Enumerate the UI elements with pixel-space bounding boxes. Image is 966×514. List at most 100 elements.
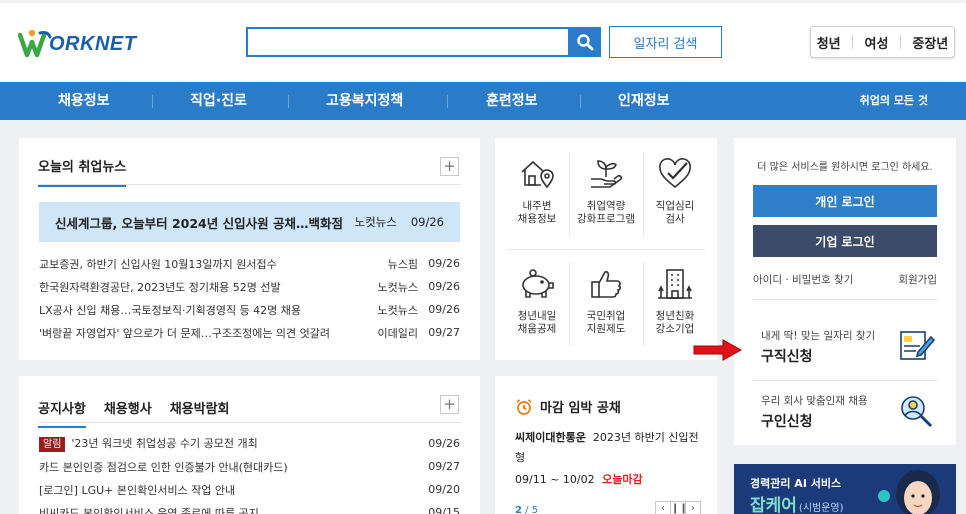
pager-pause-button[interactable]: ❙❙ xyxy=(670,501,688,514)
deadline-panel: 마감 임박 공채 씨제이대한통운 2023년 하반기 신입전형 09/11 ~ … xyxy=(495,376,717,514)
deadline-period-row: 09/11 ~ 10/02 오늘마감 xyxy=(515,471,643,487)
banner-character-illustration xyxy=(870,466,950,514)
notice-title: 비씨카드 본인확인서비스 운영 종료에 따른 공지 xyxy=(39,506,259,514)
nav-item-training[interactable]: 훈련정보 xyxy=(486,82,538,120)
login-links: 아이디 · 비밀번호 찾기 회원가입 xyxy=(753,272,937,287)
deadline-header: 마감 임박 공채 xyxy=(515,397,621,416)
banner-line2: 잡케어 (시범운영) xyxy=(750,491,844,514)
notice-row[interactable]: [로그인] LGU+ 본인확인서비스 작업 안내 09/20 xyxy=(39,478,460,501)
job-application-link[interactable]: 내게 딱! 맞는 일자리 찾기 구직신청 xyxy=(761,320,941,376)
nav-divider xyxy=(152,95,153,108)
notice-date: 09/20 xyxy=(428,483,460,496)
user-type-women[interactable]: 여성 xyxy=(865,33,889,52)
worknet-logo[interactable]: ORKNET xyxy=(18,26,136,62)
tab-job-news[interactable]: 오늘의 취업뉴스 xyxy=(38,156,127,187)
main-nav: 채용정보 직업·진로 고용복지정책 훈련정보 인재정보 취업의 모든 것 xyxy=(0,82,966,120)
divider xyxy=(852,35,854,49)
tab-job-fairs[interactable]: 채용박람회 xyxy=(170,398,230,428)
news-list: 교보증권, 하반기 신입사원 10월13일까지 원서접수 뉴스핌 09/26 한… xyxy=(39,252,460,344)
service-label: 청년친화 강소기업 xyxy=(655,310,695,335)
banner-line1: 경력관리 AI 서비스 xyxy=(750,477,842,490)
news-row[interactable]: 교보증권, 하반기 신입사원 10월13일까지 원서접수 뉴스핌 09/26 xyxy=(39,252,460,275)
service-label: 국민취업 지원제도 xyxy=(586,310,626,335)
job-search-button[interactable]: 일자리 검색 xyxy=(609,26,722,58)
nav-item-jobs[interactable]: 채용정보 xyxy=(58,82,110,120)
notice-title: 카드 본인인증 점검으로 인한 인증불가 안내(현대카드) xyxy=(39,460,288,474)
pager-prev-button[interactable]: ‹ xyxy=(655,501,671,514)
logo-wordmark: ORKNET xyxy=(49,32,137,55)
notice-row[interactable]: 비씨카드 본인확인서비스 운영 종료에 따른 공지 09/15 xyxy=(39,501,460,514)
notice-row[interactable]: 카드 본인인증 점검으로 인한 인증불가 안내(현대카드) 09/27 xyxy=(39,455,460,478)
nav-all-menu[interactable]: 취업의 모든 것 xyxy=(860,82,928,120)
nav-item-welfare-policy[interactable]: 고용복지정책 xyxy=(326,82,403,120)
nav-item-career[interactable]: 직업·진로 xyxy=(190,82,247,120)
notice-date: 09/15 xyxy=(428,506,460,514)
news-title: 한국원자력환경공단, 2023년도 정기채용 52명 선발 xyxy=(39,280,281,294)
thumbs-up-icon xyxy=(588,264,624,304)
alarm-clock-icon xyxy=(515,398,533,416)
deadline-posting[interactable]: 씨제이대한통운 2023년 하반기 신입전형 xyxy=(515,428,700,468)
jobcare-banner[interactable]: 경력관리 AI 서비스 잡케어 (시범운영) xyxy=(734,464,956,514)
notice-more-button[interactable]: + xyxy=(440,395,459,414)
top-header: ORKNET 일자리 검색 청년 여성 중장년 xyxy=(0,0,966,82)
service-nearby-jobs[interactable]: 내주변 채용정보 xyxy=(500,140,574,240)
nav-divider xyxy=(447,95,448,108)
news-date: 09/26 xyxy=(428,280,460,293)
news-row[interactable]: '벼랑끝 자영업자' 앞으로가 더 문제…구조조정에는 의견 엇갈려 이데일리 … xyxy=(39,321,460,344)
personal-login-button[interactable]: 개인 로그인 xyxy=(753,185,937,217)
service-youth-savings[interactable]: 청년내일 채움공제 xyxy=(500,250,574,350)
service-employability-program[interactable]: 취업역량 강화프로그램 xyxy=(569,140,643,240)
news-row[interactable]: LX공사 신입 채용…국토정보직·기획경영직 등 42명 채용 노컷뉴스 09/… xyxy=(39,298,460,321)
notice-row[interactable]: 알림 '23년 워크넷 취업성공 수기 공모전 개최 09/26 xyxy=(39,432,460,455)
deadline-company: 씨제이대한통운 xyxy=(515,431,586,444)
news-more-button[interactable]: + xyxy=(440,157,459,176)
house-location-icon xyxy=(519,154,555,194)
search-input[interactable] xyxy=(248,29,568,55)
nav-divider xyxy=(288,95,289,108)
deadline-pager: 2 / 5 xyxy=(515,505,538,514)
news-date: 09/26 xyxy=(428,257,460,270)
notice-title-text: '23년 워크넷 취업성공 수기 공모전 개최 xyxy=(71,437,258,450)
news-row[interactable]: 한국원자력환경공단, 2023년도 정기채용 52명 선발 노컷뉴스 09/26 xyxy=(39,275,460,298)
notice-list: 알림 '23년 워크넷 취업성공 수기 공모전 개최 09/26 카드 본인인증 … xyxy=(39,432,460,514)
find-id-password-link[interactable]: 아이디 · 비밀번호 찾기 xyxy=(753,272,853,287)
heart-check-icon xyxy=(657,154,693,194)
notice-title: 알림 '23년 워크넷 취업성공 수기 공모전 개최 xyxy=(39,435,418,452)
worknet-logo-icon xyxy=(18,29,52,58)
news-title: '벼랑끝 자영업자' 앞으로가 더 문제…구조조정에는 의견 엇갈려 xyxy=(39,326,331,340)
search-button[interactable] xyxy=(569,27,601,57)
divider xyxy=(753,380,937,381)
search-icon xyxy=(577,34,594,51)
search-field[interactable] xyxy=(246,27,570,57)
pager-next-button[interactable]: › xyxy=(685,501,701,514)
tab-recruit-events[interactable]: 채용행사 xyxy=(104,398,152,428)
divider xyxy=(899,35,901,49)
notice-tabs: 공지사항 채용행사 채용박람회 xyxy=(38,398,230,428)
service-national-employment[interactable]: 국민취업 지원제도 xyxy=(569,250,643,350)
pager-total: / 5 xyxy=(525,505,539,514)
user-type-youth[interactable]: 청년 xyxy=(817,33,841,52)
top-hairline xyxy=(0,0,966,3)
headline-title: 신세계그룹, 오늘부터 2024년 신입사원 공채…백화점 xyxy=(55,215,343,231)
service-youth-friendly-smb[interactable]: 청년친화 강소기업 xyxy=(638,250,712,350)
deadline-period: 09/11 ~ 10/02 xyxy=(515,473,595,486)
headline-news[interactable]: 신세계그룹, 오늘부터 2024년 신입사원 공채…백화점 노컷뉴스 09/26 xyxy=(39,202,460,242)
promo-subtitle: 우리 회사 맞춤인재 채용 xyxy=(761,395,868,407)
signup-link[interactable]: 회원가입 xyxy=(898,272,937,287)
news-date: 09/27 xyxy=(428,326,460,339)
tab-notices[interactable]: 공지사항 xyxy=(38,398,86,428)
deadline-status: 오늘마감 xyxy=(602,473,643,486)
recruit-application-link[interactable]: 우리 회사 맞춤인재 채용 구인신청 xyxy=(761,385,941,441)
service-shortcuts: 내주변 채용정보 취업역량 강화프로그램 직업심리 검사 청년내일 채움공제 국… xyxy=(495,138,717,360)
alert-badge: 알림 xyxy=(39,437,66,452)
nav-item-talent[interactable]: 인재정보 xyxy=(618,82,670,120)
user-type-middle-aged[interactable]: 중장년 xyxy=(912,33,948,52)
news-source: 뉴스핌 xyxy=(387,257,418,271)
deadline-title: 마감 임박 공채 xyxy=(540,401,621,416)
nav-divider xyxy=(580,95,581,108)
job-news-panel: 오늘의 취업뉴스 + 신세계그룹, 오늘부터 2024년 신입사원 공채…백화점… xyxy=(19,138,480,360)
login-panel: 더 많은 서비스를 원하시면 로그인 하세요. 개인 로그인 기업 로그인 아이… xyxy=(734,138,956,445)
service-psych-test[interactable]: 직업심리 검사 xyxy=(638,140,712,240)
login-message: 더 많은 서비스를 원하시면 로그인 하세요. xyxy=(757,162,933,173)
corporate-login-button[interactable]: 기업 로그인 xyxy=(753,225,937,257)
